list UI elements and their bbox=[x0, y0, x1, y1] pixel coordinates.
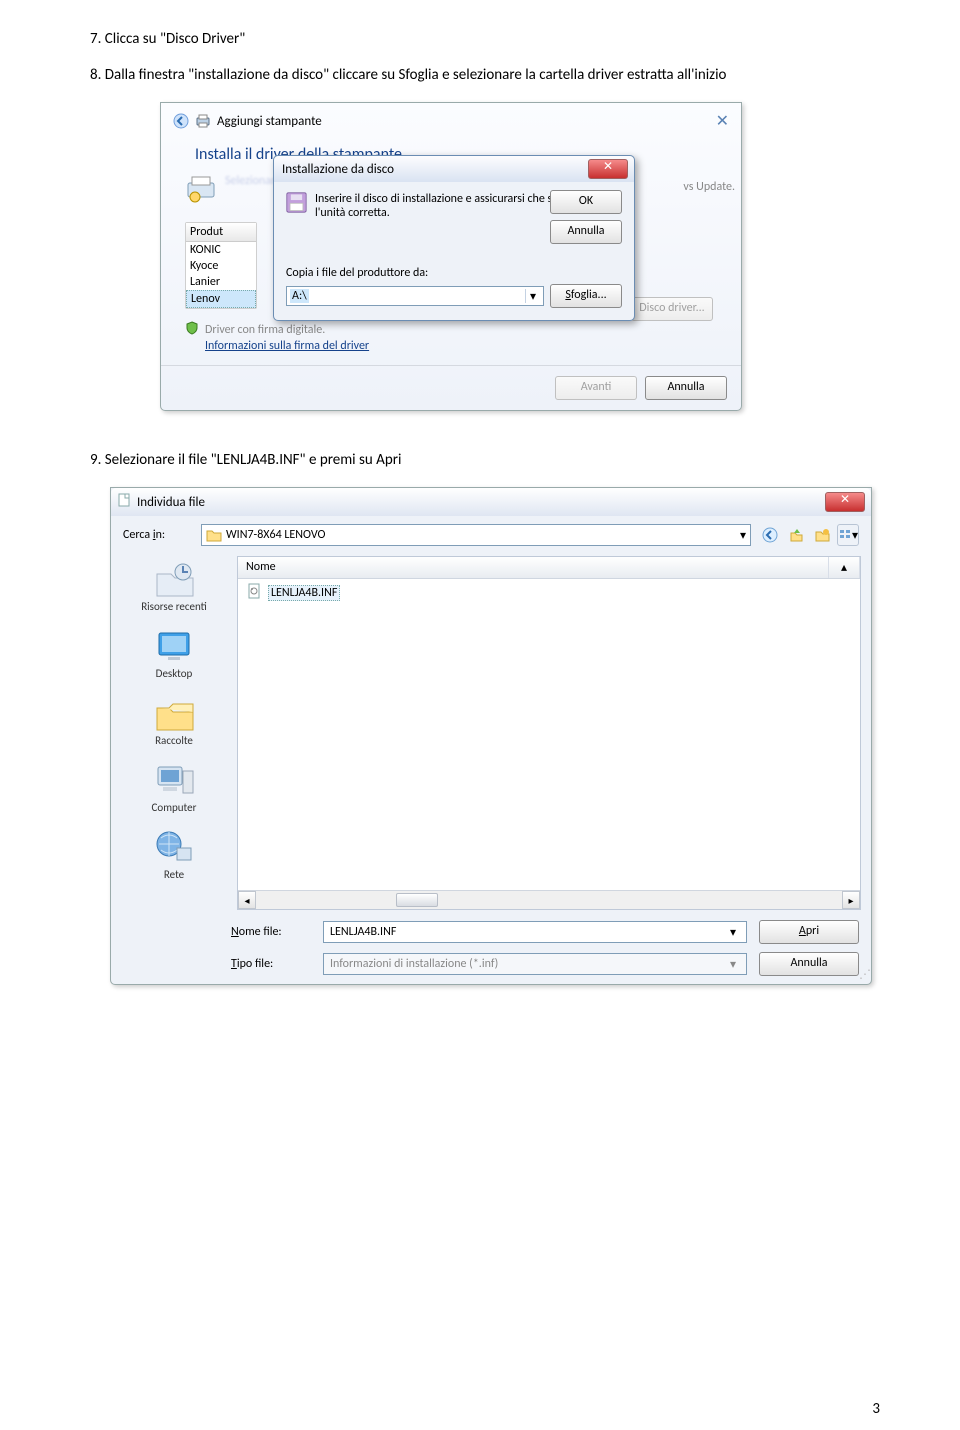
desktop-label: Desktop bbox=[156, 667, 193, 680]
resize-grip-icon[interactable]: ⋰ bbox=[859, 967, 869, 982]
folder-combo[interactable]: WIN7-8X64 LENOVO ▾ bbox=[201, 524, 751, 546]
computer-place[interactable]: Computer bbox=[115, 761, 233, 814]
printer-icon bbox=[195, 113, 211, 129]
horizontal-scrollbar[interactable]: ◂ ▸ bbox=[238, 890, 860, 909]
filename-input[interactable]: LENLJA4B.INF ▾ bbox=[323, 921, 747, 943]
add-printer-dialog: Aggiungi stampante ✕ Installa il driver … bbox=[160, 102, 742, 411]
list-item[interactable]: Lenov bbox=[186, 290, 256, 308]
network-label: Rete bbox=[164, 868, 184, 881]
filetype-label: Tipo file: bbox=[231, 957, 311, 971]
filename-label: Nome file: bbox=[231, 925, 311, 939]
signed-text: Driver con firma digitale. bbox=[205, 323, 325, 337]
open-button[interactable]: Apri bbox=[759, 920, 859, 944]
close-button[interactable]: ✕ bbox=[588, 159, 628, 179]
disk-driver-button[interactable]: Disco driver... bbox=[631, 297, 713, 321]
cancel-button[interactable]: Annulla bbox=[550, 220, 622, 244]
sort-icon[interactable]: ▴ bbox=[829, 557, 860, 578]
network-place[interactable]: Rete bbox=[115, 828, 233, 881]
copy-from-label: Copia i file del produttore da: bbox=[286, 266, 622, 280]
file-name: LENLJA4B.INF bbox=[268, 585, 340, 601]
dropdown-icon[interactable]: ▾ bbox=[740, 528, 746, 543]
floppy-icon bbox=[286, 192, 307, 218]
look-in-label: Cerca in: bbox=[123, 528, 193, 542]
desktop-place[interactable]: Desktop bbox=[115, 627, 233, 680]
step8-text: 8. Dalla finestra "installazione da disc… bbox=[90, 66, 900, 84]
list-item[interactable]: Kyoce bbox=[186, 258, 256, 274]
libraries-place[interactable]: Raccolte bbox=[115, 694, 233, 747]
cancel-button[interactable]: Annulla bbox=[759, 952, 859, 976]
recent-places[interactable]: Risorse recenti bbox=[115, 560, 233, 613]
path-input[interactable]: A:\ ▾ bbox=[286, 286, 544, 306]
dropdown-icon: ▾ bbox=[726, 957, 740, 971]
cancel-button[interactable]: Annulla bbox=[645, 376, 727, 400]
up-icon[interactable] bbox=[785, 524, 807, 546]
filename-value: LENLJA4B.INF bbox=[330, 925, 396, 939]
recent-label: Risorse recenti bbox=[141, 600, 207, 613]
back-icon[interactable] bbox=[759, 524, 781, 546]
list-header: Produt bbox=[186, 223, 256, 242]
inf-file-icon bbox=[246, 583, 262, 603]
driver-signing-link[interactable]: Informazioni sulla firma del driver bbox=[205, 339, 717, 353]
dropdown-icon[interactable]: ▾ bbox=[726, 925, 740, 939]
dropdown-icon[interactable]: ▾ bbox=[525, 289, 540, 303]
install-from-disk-dialog: Installazione da disco ✕ Inserire il dis… bbox=[273, 155, 635, 321]
folder-name: WIN7-8X64 LENOVO bbox=[226, 528, 325, 542]
file-browser-dialog: Individua file ✕ Cerca in: Cerca in: WIN… bbox=[110, 487, 872, 985]
filetype-value: Informazioni di installazione (*.inf) bbox=[330, 957, 498, 971]
printer-large-icon bbox=[185, 174, 217, 204]
file-icon bbox=[117, 493, 131, 511]
file-row[interactable]: LENLJA4B.INF bbox=[238, 579, 860, 607]
dialog-title: Aggiungi stampante bbox=[217, 114, 322, 129]
ok-button[interactable]: OK bbox=[550, 190, 622, 214]
page-number: 3 bbox=[872, 1400, 880, 1418]
next-button[interactable]: Avanti bbox=[555, 376, 637, 400]
browse-button[interactable]: SSfoglia...foglia... bbox=[550, 284, 622, 308]
scroll-right-icon[interactable]: ▸ bbox=[842, 891, 860, 909]
column-name[interactable]: Nome bbox=[238, 557, 829, 578]
list-item[interactable]: Lanier bbox=[186, 274, 256, 290]
file-dialog-title: Individua file bbox=[137, 495, 205, 510]
update-hint: vs Update. bbox=[683, 180, 735, 194]
manufacturer-list[interactable]: Produt KONIC Kyoce Lanier Lenov bbox=[185, 222, 257, 309]
list-item[interactable]: KONIC bbox=[186, 242, 256, 258]
back-arrow-icon[interactable] bbox=[173, 113, 189, 129]
file-list[interactable]: Nome ▴ LENLJA4B.INF ◂ ▸ bbox=[237, 556, 861, 910]
computer-label: Computer bbox=[152, 801, 197, 814]
shield-icon bbox=[185, 321, 199, 339]
step9-text: 9. Selezionare il file "LENLJA4B.INF" e … bbox=[90, 451, 900, 469]
step7-text: 7. Clicca su "Disco Driver" bbox=[90, 30, 900, 48]
scroll-thumb[interactable] bbox=[396, 893, 438, 907]
close-icon[interactable]: ✕ bbox=[716, 111, 729, 131]
path-value: A:\ bbox=[290, 289, 309, 303]
libraries-label: Raccolte bbox=[155, 734, 193, 747]
places-bar: Risorse recenti Desktop Raccolte Compute… bbox=[111, 554, 237, 912]
folder-icon bbox=[206, 528, 222, 542]
overlay-title: Installazione da disco bbox=[282, 162, 394, 177]
new-folder-icon[interactable] bbox=[811, 524, 833, 546]
filetype-combo: Informazioni di installazione (*.inf) ▾ bbox=[323, 953, 747, 975]
close-button[interactable]: ✕ bbox=[825, 492, 865, 512]
view-menu-icon[interactable]: ▾ bbox=[837, 524, 859, 546]
scroll-left-icon[interactable]: ◂ bbox=[238, 891, 256, 909]
